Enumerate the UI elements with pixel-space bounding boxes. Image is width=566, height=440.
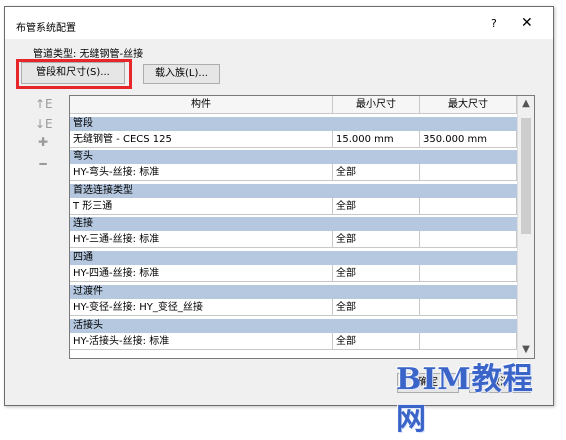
title-bar: 布管系统配置 ? ✕: [5, 7, 553, 39]
row-max-size[interactable]: [420, 299, 517, 316]
load-family-button[interactable]: 载入族(L)...: [143, 64, 220, 84]
group-header-elbow: 弯头: [70, 150, 517, 164]
row-max-size[interactable]: 350.000 mm: [420, 131, 517, 148]
row-max-size[interactable]: [420, 265, 517, 282]
row-max-size[interactable]: [420, 333, 517, 350]
scroll-thumb[interactable]: [521, 118, 531, 234]
scroll-up-icon[interactable]: ▲: [518, 98, 534, 109]
column-header-max-size: 最大尺寸: [420, 96, 517, 114]
highlight-box: [16, 59, 132, 89]
row-part[interactable]: HY-三通-丝接: 标准: [70, 231, 333, 248]
move-up-icon[interactable]: ↑E: [35, 97, 53, 111]
row-max-size[interactable]: [420, 231, 517, 248]
group-header-preferred-junction: 首选连接类型: [70, 184, 517, 198]
row-min-size[interactable]: 全部: [333, 265, 420, 282]
row-min-size[interactable]: 全部: [333, 198, 420, 215]
row-max-size[interactable]: [420, 198, 517, 215]
remove-row-icon[interactable]: ━: [35, 157, 51, 171]
group-header-junction: 连接: [70, 217, 517, 231]
row-min-size[interactable]: 全部: [333, 164, 420, 181]
group-header-transition: 过渡件: [70, 285, 517, 299]
scroll-down-icon[interactable]: ▼: [518, 344, 534, 355]
dialog-title: 布管系统配置: [16, 23, 76, 34]
row-min-size[interactable]: 全部: [333, 299, 420, 316]
routing-preferences-table: 构件 最小尺寸 最大尺寸 管段 无缝钢管 - CECS 125 15.000 m…: [69, 95, 535, 359]
row-max-size[interactable]: [420, 164, 517, 181]
close-icon[interactable]: ✕: [521, 15, 533, 31]
row-part[interactable]: HY-弯头-丝接: 标准: [70, 164, 333, 181]
row-min-size[interactable]: 全部: [333, 333, 420, 350]
column-header-min-size: 最小尺寸: [333, 96, 420, 114]
column-header-part: 构件: [70, 96, 333, 114]
help-button[interactable]: ?: [491, 17, 497, 30]
group-header-union: 活接头: [70, 319, 517, 333]
row-part[interactable]: HY-变径-丝接: HY_变径_丝接: [70, 299, 333, 316]
move-down-icon[interactable]: ↓E: [35, 117, 53, 131]
row-part[interactable]: HY-活接头-丝接: 标准: [70, 333, 333, 350]
row-part[interactable]: T 形三通: [70, 198, 333, 215]
group-header-segments: 管段: [70, 117, 517, 131]
watermark-logo: BIM教程网: [396, 362, 534, 437]
group-header-cross: 四通: [70, 251, 517, 265]
vertical-scrollbar[interactable]: ▲ ▼: [517, 96, 534, 358]
row-min-size[interactable]: 全部: [333, 231, 420, 248]
add-row-icon[interactable]: ✚: [35, 135, 51, 149]
row-min-size[interactable]: 15.000 mm: [333, 131, 420, 148]
pipe-type-label: 管道类型: 无缝钢管-丝接: [33, 49, 144, 60]
row-part[interactable]: 无缝钢管 - CECS 125: [70, 131, 333, 148]
row-part[interactable]: HY-四通-丝接: 标准: [70, 265, 333, 282]
piping-config-dialog: 布管系统配置 ? ✕ 管道类型: 无缝钢管-丝接 管段和尺寸(S)... 载入族…: [4, 6, 554, 406]
